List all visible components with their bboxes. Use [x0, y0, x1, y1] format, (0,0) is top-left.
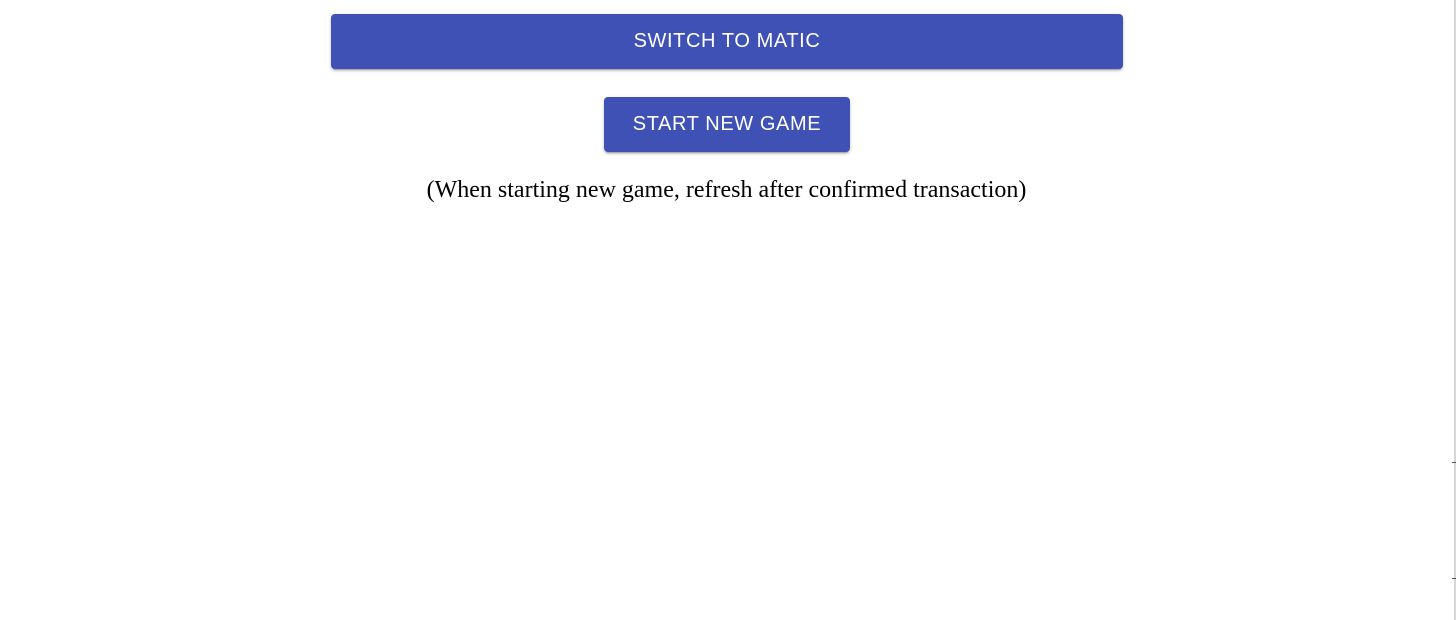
start-new-game-button[interactable]: START NEW GAME	[604, 97, 850, 152]
refresh-notice: (When starting new game, refresh after c…	[426, 177, 1027, 203]
edge-tick	[1452, 578, 1456, 579]
page: SWITCH TO MATIC START NEW GAME (When sta…	[0, 0, 1456, 620]
edge-tick	[1452, 462, 1456, 463]
switch-to-matic-button[interactable]: SWITCH TO MATIC	[331, 14, 1123, 69]
